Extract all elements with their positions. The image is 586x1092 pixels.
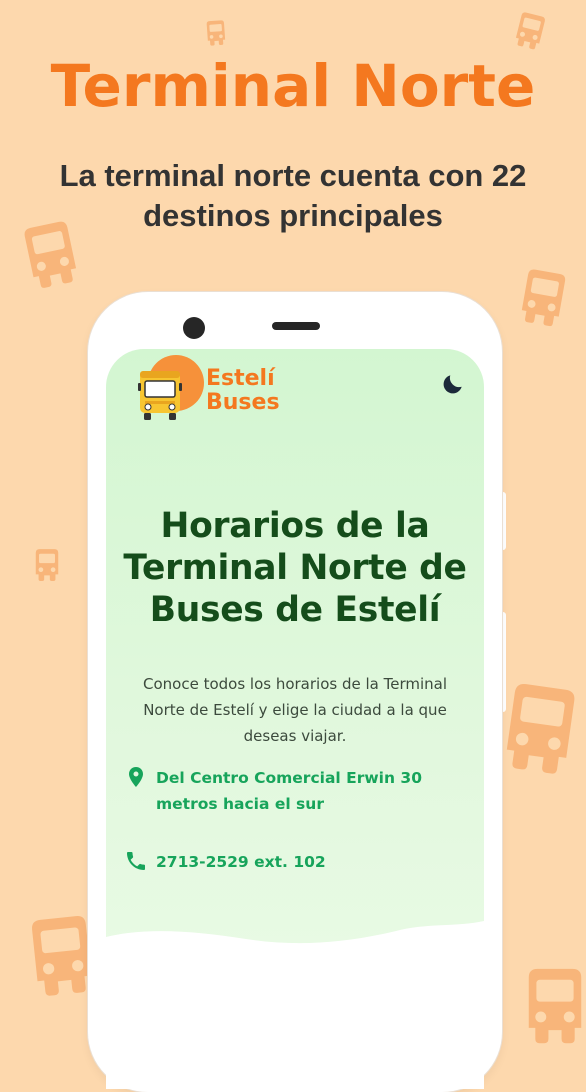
bus-icon <box>138 365 182 421</box>
location-pin-icon <box>124 765 148 789</box>
background-bus-icon <box>494 675 586 783</box>
phone-text: 2713-2529 ext. 102 <box>156 853 326 871</box>
phone-link[interactable]: 2713-2529 ext. 102 <box>124 849 446 875</box>
earpiece-speaker <box>272 322 320 330</box>
background-bus-icon <box>203 19 229 47</box>
promo-subtitle: La terminal norte cuenta con 22 destinos… <box>59 158 527 233</box>
background-bus-icon <box>513 264 573 332</box>
app-screen: Estelí Buses Horarios de la Terminal Nor… <box>106 349 484 1089</box>
app-logo[interactable]: Estelí Buses <box>134 355 284 421</box>
phone-icon <box>124 849 148 873</box>
screen-bottom-wave <box>106 909 484 1089</box>
background-bus-icon <box>510 9 550 54</box>
moon-icon[interactable] <box>440 371 466 397</box>
front-camera <box>183 317 205 339</box>
hero-description: Conoce todos los horarios de la Terminal… <box>142 675 448 745</box>
logo-text-buses: Buses <box>206 390 280 415</box>
background-bus-icon <box>520 966 586 1046</box>
promo-title: Terminal Norte <box>50 52 536 120</box>
address-link[interactable]: Del Centro Comercial Erwin 30 metros hac… <box>124 765 446 817</box>
phone-mockup: Estelí Buses Horarios de la Terminal Nor… <box>88 292 502 1092</box>
background-bus-icon <box>32 548 62 582</box>
hero-title: Horarios de la Terminal Norte de Buses d… <box>123 506 467 630</box>
address-text: Del Centro Comercial Erwin 30 metros hac… <box>156 769 422 813</box>
logo-text-esteli: Estelí <box>206 366 275 391</box>
